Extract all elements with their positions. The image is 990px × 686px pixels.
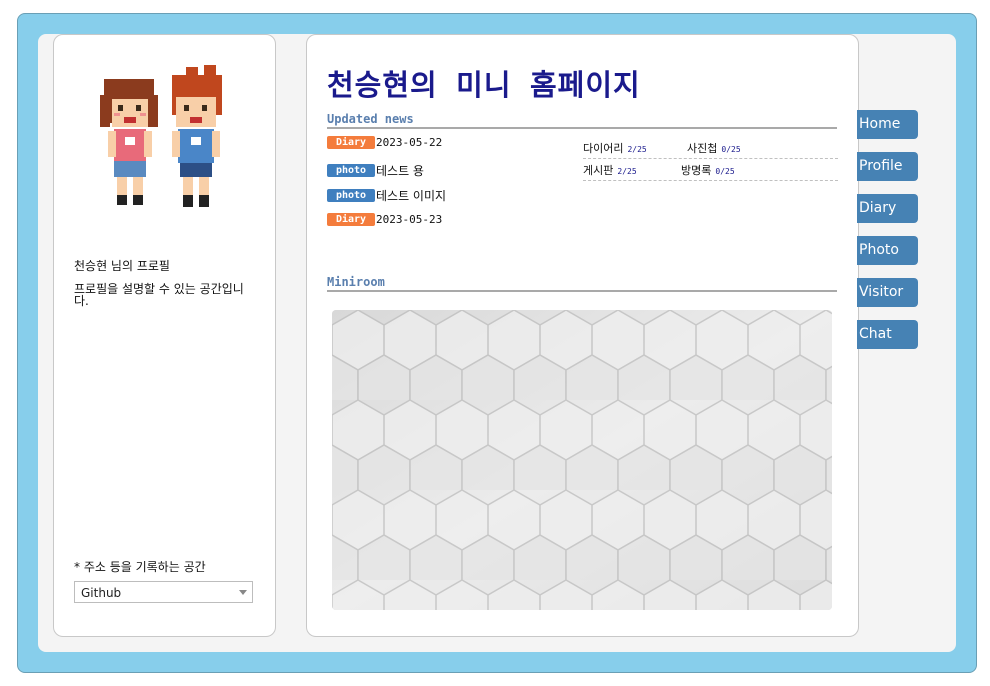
stat-board[interactable]: 게시판 2/25: [583, 162, 681, 178]
nav-profile[interactable]: Profile: [857, 152, 918, 181]
profile-description: 프로필을 설명할 수 있는 공간입니다.: [74, 282, 244, 308]
nav-home[interactable]: Home: [857, 110, 918, 139]
news-item[interactable]: Diary 2023-05-22: [327, 136, 442, 149]
nav-chat[interactable]: Chat: [857, 320, 918, 349]
page-title: 천승현의 미니 홈페이지: [327, 68, 641, 102]
address-label: * 주소 등을 기록하는 공간: [74, 560, 206, 574]
stats-row: 다이어리 2/25 사진첩 0/25: [583, 137, 838, 159]
stat-diary[interactable]: 다이어리 2/25: [583, 140, 687, 156]
photo-badge: photo: [327, 189, 375, 202]
pixel-couple-avatar: [100, 65, 222, 207]
hexagon-pattern-image: [332, 310, 832, 610]
stat-count: 0/25: [721, 144, 741, 154]
stat-count: 2/25: [617, 166, 637, 176]
profile-card: 천승현 님의 프로필 프로필을 설명할 수 있는 공간입니다. * 주소 등을 …: [53, 34, 276, 637]
diary-badge: Diary: [327, 213, 375, 226]
main-card: 천승현의 미니 홈페이지 Updated news Diary 2023-05-…: [306, 34, 859, 637]
stat-guestbook[interactable]: 방명록 0/25: [681, 162, 735, 178]
nav-diary[interactable]: Diary: [857, 194, 918, 223]
address-select-value: Github: [81, 586, 122, 600]
news-heading: Updated news: [327, 112, 837, 129]
stat-count: 2/25: [627, 144, 647, 154]
stats-row: 게시판 2/25 방명록 0/25: [583, 159, 838, 181]
miniroom-image: [332, 310, 832, 610]
nav-visitor[interactable]: Visitor: [857, 278, 918, 307]
nav-photo[interactable]: Photo: [857, 236, 918, 265]
stat-label: 방명록: [681, 163, 712, 177]
news-item[interactable]: photo 테스트 이미지: [327, 187, 446, 204]
diary-badge: Diary: [327, 136, 375, 149]
profile-name-line: 천승현 님의 프로필: [74, 259, 170, 273]
stat-count: 0/25: [715, 166, 735, 176]
news-item[interactable]: Diary 2023-05-23: [327, 213, 442, 226]
stat-photo[interactable]: 사진첩 0/25: [687, 140, 741, 156]
news-item-text: 2023-05-23: [376, 213, 443, 226]
news-item[interactable]: photo 테스트 용: [327, 162, 424, 179]
chevron-down-icon: [239, 590, 247, 595]
stat-label: 사진첩: [687, 141, 718, 155]
stats-table: 다이어리 2/25 사진첩 0/25 게시판 2/25 방명록 0/25: [583, 137, 838, 181]
news-item-text: 테스트 이미지: [376, 189, 447, 203]
stat-label: 다이어리: [583, 141, 624, 155]
stat-label: 게시판: [583, 163, 614, 177]
news-item-text: 테스트 용: [376, 164, 424, 178]
news-item-text: 2023-05-22: [376, 136, 443, 149]
photo-badge: photo: [327, 164, 375, 177]
address-select[interactable]: Github: [74, 581, 253, 603]
miniroom-heading: Miniroom: [327, 275, 837, 292]
